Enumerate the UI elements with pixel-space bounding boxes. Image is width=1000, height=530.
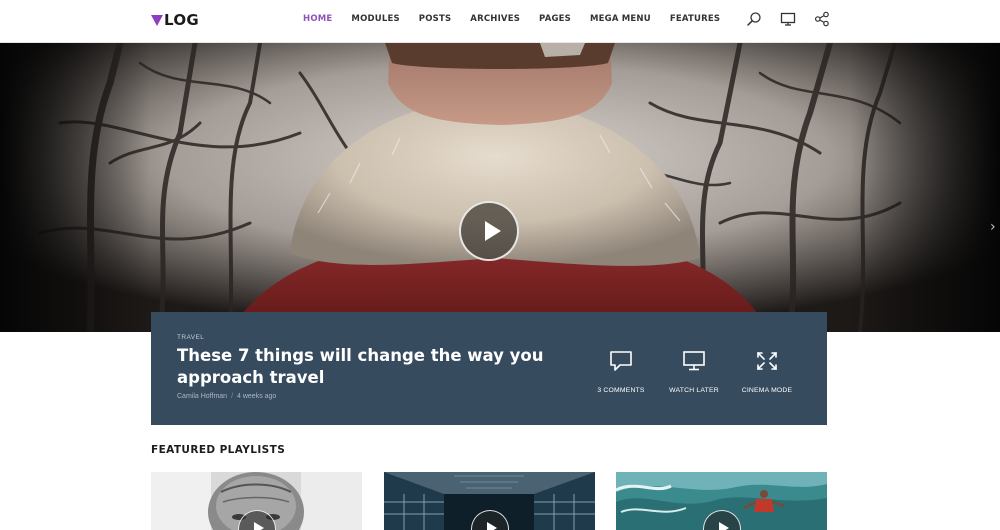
- nav-item-home[interactable]: HOME: [303, 14, 332, 24]
- chevron-right-icon[interactable]: ›: [990, 219, 996, 235]
- post-time: 4 weeks ago: [237, 393, 277, 400]
- post-meta: Camila Hoffman / 4 weeks ago: [177, 393, 276, 400]
- watch-later-button[interactable]: WATCH LATER: [654, 350, 734, 397]
- share-icon[interactable]: [814, 11, 830, 27]
- hero-video[interactable]: ›: [0, 43, 1000, 332]
- nav-item-pages[interactable]: PAGES: [539, 14, 571, 24]
- monitor-icon[interactable]: [780, 11, 796, 27]
- playlist-card[interactable]: [151, 472, 362, 530]
- watch-later-label: WATCH LATER: [669, 387, 719, 394]
- site-logo[interactable]: LOG: [151, 11, 199, 29]
- nav-item-modules[interactable]: MODULES: [351, 14, 399, 24]
- post-title[interactable]: These 7 things will change the way you a…: [177, 345, 577, 389]
- hero-play-button[interactable]: [459, 201, 519, 261]
- search-icon[interactable]: [746, 11, 762, 27]
- nav-item-mega-menu[interactable]: MEGA MENU: [590, 14, 651, 24]
- featured-post-panel: TRAVEL These 7 things will change the wa…: [151, 312, 827, 425]
- hero-image: [0, 43, 1000, 332]
- nav-item-posts[interactable]: POSTS: [419, 14, 452, 24]
- logo-text: LOG: [164, 11, 199, 29]
- site-header: LOG HOME MODULES POSTS ARCHIVES PAGES ME…: [0, 0, 1000, 43]
- comment-icon: [610, 351, 632, 371]
- post-author[interactable]: Camila Hoffman: [177, 393, 227, 400]
- post-category[interactable]: TRAVEL: [177, 334, 204, 341]
- expand-icon: [757, 352, 777, 370]
- playlist-card[interactable]: [616, 472, 827, 530]
- meta-separator: /: [231, 393, 234, 400]
- cinema-mode-button[interactable]: CINEMA MODE: [727, 350, 807, 397]
- monitor-icon: [683, 351, 705, 371]
- logo-v-mark-icon: [151, 14, 163, 26]
- featured-playlists-heading: FEATURED PLAYLISTS: [151, 444, 286, 456]
- main-nav: HOME MODULES POSTS ARCHIVES PAGES MEGA M…: [303, 14, 739, 24]
- cinema-mode-label: CINEMA MODE: [741, 387, 793, 394]
- nav-item-archives[interactable]: ARCHIVES: [470, 14, 520, 24]
- playlist-card[interactable]: [384, 472, 595, 530]
- nav-item-features[interactable]: FEATURES: [670, 14, 720, 24]
- comments-label: 3 COMMENTS: [597, 387, 645, 394]
- comments-button[interactable]: 3 COMMENTS: [581, 350, 661, 397]
